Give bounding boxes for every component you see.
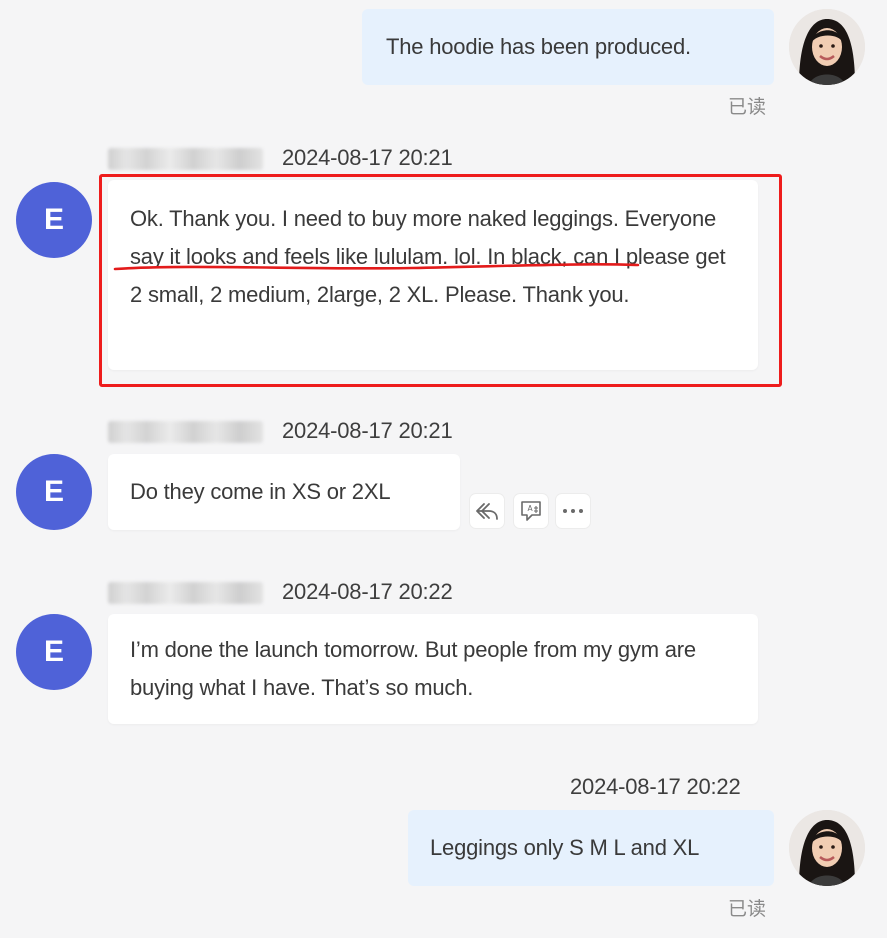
message-text: Do they come in XS or 2XL [130, 479, 391, 504]
contact-avatar[interactable]: E [16, 614, 92, 690]
svg-text:A: A [528, 504, 534, 513]
message-text: The hoodie has been produced. [386, 34, 691, 59]
incoming-message-bubble[interactable]: I’m done the launch tomorrow. But people… [108, 614, 758, 724]
contact-avatar[interactable]: E [16, 182, 92, 258]
sender-name-blurred [108, 421, 263, 443]
message-text: Leggings only S M L and XL [430, 835, 700, 860]
message-timestamp: 2024-08-17 20:21 [282, 418, 453, 443]
user-avatar-image [789, 810, 865, 886]
reply-icon [476, 503, 498, 520]
sender-name-blurred [108, 148, 263, 170]
avatar-letter: E [43, 203, 64, 236]
outgoing-message-bubble[interactable]: Leggings only S M L and XL [408, 810, 774, 886]
message-text: I’m done the launch tomorrow. But people… [130, 637, 696, 700]
avatar-letter: E [43, 635, 64, 668]
message-timestamp: 2024-08-17 20:21 [282, 145, 453, 170]
message-timestamp: 2024-08-17 20:22 [570, 774, 741, 799]
translate-button[interactable]: A [514, 494, 548, 528]
sender-name-blurred [108, 582, 263, 604]
avatar-letter: E [43, 475, 64, 508]
user-avatar[interactable] [789, 810, 865, 886]
highlight-annotation-box [99, 174, 782, 387]
user-avatar-image [789, 9, 865, 85]
incoming-message-bubble[interactable]: Do they come in XS or 2XL [108, 454, 460, 530]
translate-icon: A [521, 501, 541, 521]
user-avatar[interactable] [789, 9, 865, 85]
more-options-button[interactable] [556, 494, 590, 528]
read-status: 已读 [728, 899, 767, 920]
reply-button[interactable] [470, 494, 504, 528]
more-icon [563, 509, 583, 513]
contact-avatar[interactable]: E [16, 454, 92, 530]
outgoing-message-bubble[interactable]: The hoodie has been produced. [362, 9, 774, 85]
read-status: 已读 [728, 97, 767, 118]
message-timestamp: 2024-08-17 20:22 [282, 579, 453, 604]
